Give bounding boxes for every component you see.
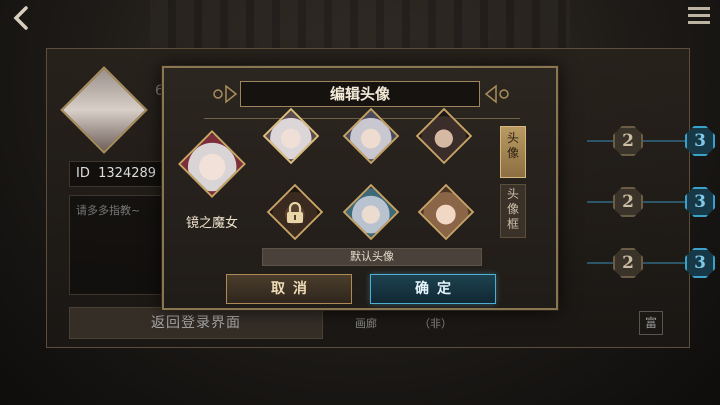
title-ornament-icon xyxy=(213,84,238,104)
id-value: 1324289 xyxy=(98,166,157,181)
id-label: ID xyxy=(76,166,90,181)
avatar-option[interactable] xyxy=(342,183,400,241)
hamburger-menu-icon[interactable] xyxy=(688,6,710,26)
signature-input[interactable]: 请多多指教~ xyxy=(69,195,169,295)
tab-avatar-frame-label: 头 像 框 xyxy=(506,187,519,231)
rank-badge-left: 2 xyxy=(613,126,643,156)
rank-badge-row: 2 3 xyxy=(567,246,717,280)
selected-avatar-label: 默认头像 xyxy=(262,248,482,266)
confirm-button[interactable]: 确定 xyxy=(370,274,496,304)
avatar-portrait xyxy=(420,186,472,238)
tab-avatar-label: 头 像 xyxy=(506,131,519,160)
tab-avatar-frame[interactable]: 头 像 框 xyxy=(500,184,526,238)
avatar-portrait xyxy=(345,186,397,238)
tab-avatar[interactable]: 头 像 xyxy=(500,126,526,178)
title-ornament-icon xyxy=(484,84,509,104)
profile-id-field: ID 1324289 xyxy=(69,161,169,187)
current-avatar xyxy=(178,130,246,198)
avatar-option-selected[interactable] xyxy=(262,107,320,165)
rank-badge-row: 2 3 xyxy=(567,185,717,219)
avatar-option[interactable] xyxy=(342,107,400,165)
rank-badge-row: 2 3 xyxy=(567,124,717,158)
rank-badge-right: 3 xyxy=(685,126,715,156)
rank-badge-right: 3 xyxy=(685,248,715,278)
profile-avatar[interactable] xyxy=(60,66,148,154)
avatar-option[interactable] xyxy=(415,107,473,165)
current-avatar-frame xyxy=(178,130,246,198)
cancel-button[interactable]: 取消 xyxy=(226,274,352,304)
edit-avatar-dialog: 编辑头像 镜之魔女 头 像 头 像 框 默认头像 取消 确定 xyxy=(162,66,558,310)
rich-badge: 富 xyxy=(639,311,663,335)
dialog-title: 编辑头像 xyxy=(240,81,480,107)
current-avatar-name: 镜之魔女 xyxy=(185,216,238,231)
rank-badge-left: 2 xyxy=(613,187,643,217)
avatar-portrait xyxy=(181,133,243,195)
return-login-button[interactable]: 返回登录界面 xyxy=(69,307,323,339)
back-arrow-icon[interactable] xyxy=(8,4,36,32)
rank-badge-left: 2 xyxy=(613,248,643,278)
rank-badge-right: 3 xyxy=(685,187,715,217)
gallery-label: 画廊 xyxy=(355,317,377,330)
avatar-option[interactable] xyxy=(417,183,475,241)
lock-icon xyxy=(287,202,303,223)
fragment-label: （非） xyxy=(419,317,452,330)
